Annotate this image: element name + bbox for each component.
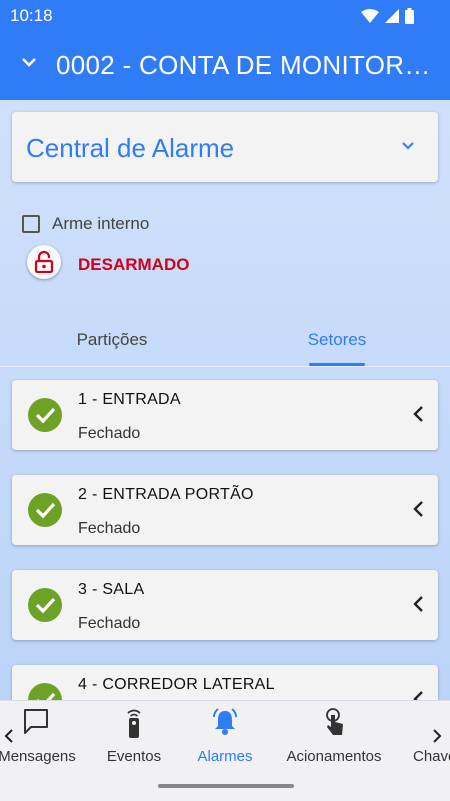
sector-name: 1 - ENTRADA xyxy=(78,391,181,408)
sector-card[interactable]: 1 - ENTRADA Fechado xyxy=(12,380,438,450)
nav-item-mensagens[interactable]: Mensagens xyxy=(0,701,80,771)
sector-name: 4 - CORREDOR LATERAL xyxy=(78,676,275,693)
tab-particoes[interactable]: Partições xyxy=(12,330,212,350)
status-time: 10:18 xyxy=(10,6,53,25)
sector-card[interactable]: 4 - CORREDOR LATERAL xyxy=(12,665,438,700)
nav-item-alarmes[interactable]: Alarmes xyxy=(188,701,262,771)
check-circle-icon xyxy=(28,398,62,432)
check-circle-icon xyxy=(28,588,62,622)
nav-label: Eventos xyxy=(106,748,162,765)
tab-setores[interactable]: Setores xyxy=(237,330,437,350)
chevron-left-icon[interactable] xyxy=(412,405,424,423)
nav-item-acionamentos[interactable]: Acionamentos xyxy=(280,701,388,771)
nav-item-eventos[interactable]: Eventos xyxy=(96,701,172,771)
main-content[interactable]: Central de Alarme Arme interno DESARMADO… xyxy=(0,100,450,700)
battery-icon xyxy=(405,8,414,24)
arm-internal-label: Arme interno xyxy=(52,214,150,233)
tab-bar: Partições Setores xyxy=(0,316,450,367)
sector-card[interactable]: 2 - ENTRADA PORTÃO Fechado xyxy=(12,475,438,545)
status-bar: 10:18 xyxy=(0,0,450,32)
chevron-down-icon[interactable] xyxy=(20,55,38,69)
chevron-left-icon[interactable] xyxy=(412,500,424,518)
sector-name: 3 - SALA xyxy=(78,581,145,598)
nav-label: Chaves xyxy=(413,748,450,765)
panel-selector[interactable]: Central de Alarme xyxy=(12,112,438,182)
chevron-right-icon[interactable] xyxy=(432,728,442,744)
account-title[interactable]: 0002 - CONTA DE MONITORAMENTO xyxy=(56,50,436,81)
sector-state: Fechado xyxy=(78,520,141,537)
nav-label: Alarmes xyxy=(197,748,253,765)
arm-internal-row[interactable]: Arme interno xyxy=(22,214,149,234)
nav-label: Mensagens xyxy=(0,748,76,765)
touch-icon xyxy=(326,708,343,735)
check-circle-icon xyxy=(28,493,62,527)
alarm-status-label: DESARMADO xyxy=(78,255,190,274)
nav-label: Acionamentos xyxy=(286,748,382,765)
arm-toggle-button[interactable] xyxy=(27,245,61,279)
sector-card[interactable]: 3 - SALA Fechado xyxy=(12,570,438,640)
status-icons xyxy=(361,8,414,24)
nav-item-chaves[interactable]: Chaves xyxy=(410,701,450,771)
sector-name: 2 - ENTRADA PORTÃO xyxy=(78,486,254,503)
tab-indicator xyxy=(309,363,365,366)
chevron-down-icon xyxy=(402,142,414,150)
panel-selector-value: Central de Alarme xyxy=(26,133,235,163)
remote-icon xyxy=(127,709,141,738)
signal-icon xyxy=(385,9,399,23)
check-circle-icon xyxy=(28,683,62,700)
sector-state: Fechado xyxy=(78,615,141,632)
unlocked-padlock-icon xyxy=(34,251,54,273)
message-icon xyxy=(24,709,48,734)
wifi-icon xyxy=(361,9,379,23)
chevron-left-icon[interactable] xyxy=(412,690,424,700)
sector-state: Fechado xyxy=(78,425,141,442)
arm-internal-checkbox[interactable] xyxy=(22,215,40,233)
chevron-left-icon[interactable] xyxy=(412,595,424,613)
home-indicator[interactable] xyxy=(158,784,294,788)
bell-icon xyxy=(213,708,237,735)
app-bar: 0002 - CONTA DE MONITORAMENTO xyxy=(0,32,450,100)
